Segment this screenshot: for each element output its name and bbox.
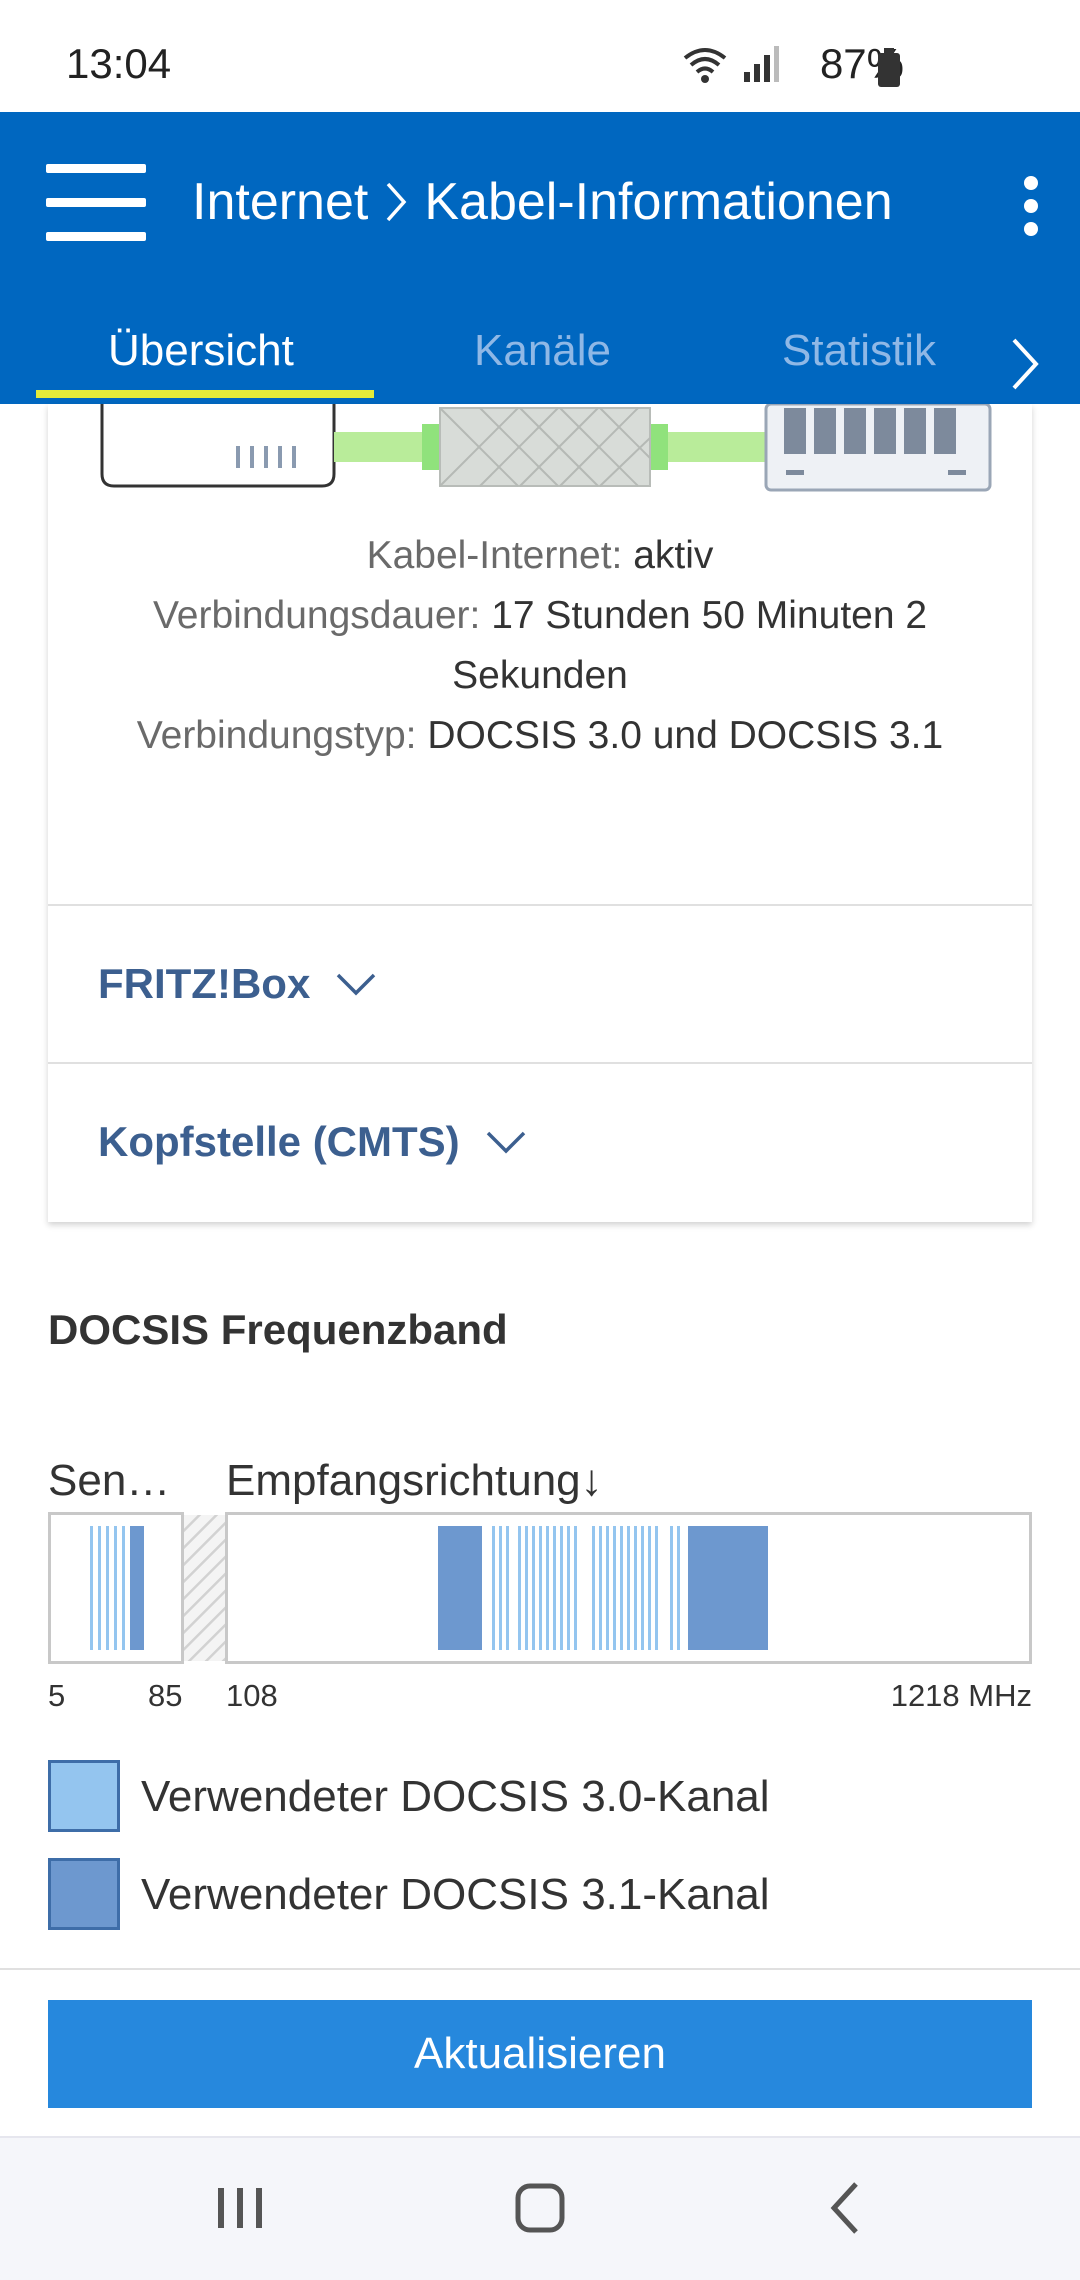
cable-internet-label: Kabel-Internet: xyxy=(366,534,623,577)
accordion-fritzbox-label: FRITZ!Box xyxy=(98,960,311,1007)
legend-docsis31: Verwendeter DOCSIS 3.1-Kanal xyxy=(48,1858,1032,1932)
scale-up-max: 85 xyxy=(148,1678,183,1713)
home-icon[interactable] xyxy=(490,2168,590,2248)
chevron-down-icon xyxy=(337,973,376,996)
tab-statistics[interactable]: Statistik xyxy=(782,326,936,376)
tab-channels[interactable]: Kanäle xyxy=(474,326,611,376)
legend-swatch-docsis31 xyxy=(48,1858,120,1930)
scale-down-min: 108 xyxy=(226,1678,278,1713)
active-tab-indicator xyxy=(36,390,374,398)
status-time: 13:04 xyxy=(66,40,172,87)
connection-diagram xyxy=(48,404,1032,514)
connection-type-value: DOCSIS 3.0 und DOCSIS 3.1 xyxy=(427,714,944,757)
tab-bar: Übersicht Kanäle Statistik xyxy=(0,304,1080,404)
battery-icon xyxy=(878,48,900,87)
wifi-icon xyxy=(683,48,727,83)
legend-label-docsis31: Verwendeter DOCSIS 3.1-Kanal xyxy=(141,1870,770,1919)
downstream-label: Empfangsrichtung↓ xyxy=(226,1456,603,1505)
scale-min: 5 xyxy=(48,1678,66,1713)
tab-overview[interactable]: Übersicht xyxy=(108,326,294,376)
breadcrumb-internet[interactable]: Internet xyxy=(192,172,368,232)
menu-button[interactable] xyxy=(46,164,146,244)
frequency-band-chart xyxy=(48,1512,1032,1664)
legend-swatch-docsis30 xyxy=(48,1760,120,1832)
chevron-right-icon xyxy=(387,182,407,222)
chevron-down-icon xyxy=(486,1131,525,1154)
status-bar: 13:04 87% xyxy=(0,0,1080,112)
app-bar: Internet Kabel-Informationen Übersicht K… xyxy=(0,112,1080,404)
connection-type-label: Verbindungstyp: xyxy=(136,714,417,757)
upstream-channels xyxy=(90,1526,144,1650)
docsis-section-title: DOCSIS Frequenzband xyxy=(48,1306,508,1353)
cable-internet-value: aktiv xyxy=(633,534,714,577)
update-button[interactable]: Aktualisieren xyxy=(48,2000,1032,2108)
breadcrumb: Internet Kabel-Informationen xyxy=(192,172,893,232)
connection-card: Kabel-Internet: aktiv Verbindungsdauer: … xyxy=(48,404,1032,1222)
connection-info: Kabel-Internet: aktiv Verbindungsdauer: … xyxy=(48,526,1032,766)
scale-max: 1218 MHz xyxy=(890,1678,1032,1713)
divider xyxy=(0,1968,1080,1970)
tabs-next-icon[interactable] xyxy=(1004,334,1044,394)
accordion-fritzbox[interactable]: FRITZ!Box xyxy=(48,904,1032,1064)
accordion-cmts-label: Kopfstelle (CMTS) xyxy=(98,1118,460,1165)
page-title: Kabel-Informationen xyxy=(424,173,893,231)
system-nav-bar xyxy=(0,2136,1080,2280)
upstream-label: Sen… xyxy=(48,1456,171,1505)
more-options-button[interactable] xyxy=(1016,176,1046,236)
kebab-icon xyxy=(1024,176,1038,190)
recents-icon[interactable] xyxy=(190,2168,290,2248)
legend-label-docsis30: Verwendeter DOCSIS 3.0-Kanal xyxy=(141,1772,770,1821)
accordion-cmts[interactable]: Kopfstelle (CMTS) xyxy=(48,1062,1032,1222)
signal-icon xyxy=(744,46,779,82)
duration-value: 17 Stunden 50 Minuten 2 Sekunden xyxy=(452,594,928,697)
menu-icon xyxy=(46,164,146,173)
back-icon[interactable] xyxy=(796,2168,896,2248)
legend-docsis30: Verwendeter DOCSIS 3.0-Kanal xyxy=(48,1760,1032,1834)
status-icons xyxy=(680,44,780,84)
duration-label: Verbindungsdauer: xyxy=(152,594,481,637)
